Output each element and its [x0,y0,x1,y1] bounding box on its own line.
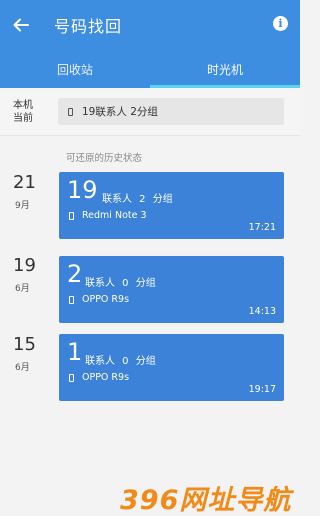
snapshot-time: 14:13 [248,306,276,317]
snapshot-card[interactable]: 19 联系人 2 分组 Redmi Note 3 17:21 [59,172,284,239]
contact-group-meta: 联系人 0 分组 [85,356,156,367]
local-current-summary: 19联系人 2分组 [58,98,284,125]
page-title: 号码找回 [54,17,123,36]
snapshot-day: 21 [13,172,36,193]
phone-icon [69,295,74,304]
app-bar: 号码找回 i [0,0,300,50]
snapshot-card[interactable]: 1 联系人 0 分组 OPPO R9s 19:17 [59,334,284,401]
history-section-label: 可还原的历史状态 [66,153,143,164]
local-current-label: 本机 当前 [13,100,33,124]
snapshot-day: 15 [13,334,36,355]
snapshot-month: 6月 [15,363,30,373]
contact-group-meta: 联系人 0 分组 [85,278,156,289]
device-info: OPPO R9s [69,372,129,383]
device-name: OPPO R9s [82,294,130,305]
local-current-row: 本机 当前 19联系人 2分组 [0,88,300,136]
device-name: Redmi Note 3 [82,210,147,221]
snapshot-month: 6月 [15,284,30,294]
arrow-left-icon [13,18,29,32]
local-summary-text: 19联系人 2分组 [82,106,158,118]
device-name: OPPO R9s [82,372,130,383]
tab-time-machine[interactable]: 时光机 [150,50,300,88]
tab-recycle-bin[interactable]: 回收站 [0,50,150,88]
contact-count: 2 [67,260,83,288]
snapshot-time: 17:21 [248,222,276,233]
snapshot-card[interactable]: 2 联系人 0 分组 OPPO R9s 14:13 [59,256,284,323]
device-info: Redmi Note 3 [69,210,147,221]
back-button[interactable] [2,0,40,50]
contact-count: 19 [67,176,98,204]
snapshot-time: 19:17 [248,384,276,395]
phone-icon [69,373,74,382]
contact-count: 1 [67,338,83,366]
info-icon[interactable]: i [273,16,288,31]
device-info: OPPO R9s [69,294,129,305]
phone-icon [68,107,73,116]
phone-icon [69,211,74,220]
snapshot-day: 19 [13,255,36,276]
contact-group-meta: 联系人 2 分组 [102,194,173,205]
snapshot-month: 9月 [15,201,30,211]
site-watermark: 396网址导航 [120,485,292,516]
tab-bar: 回收站 时光机 [0,50,300,88]
